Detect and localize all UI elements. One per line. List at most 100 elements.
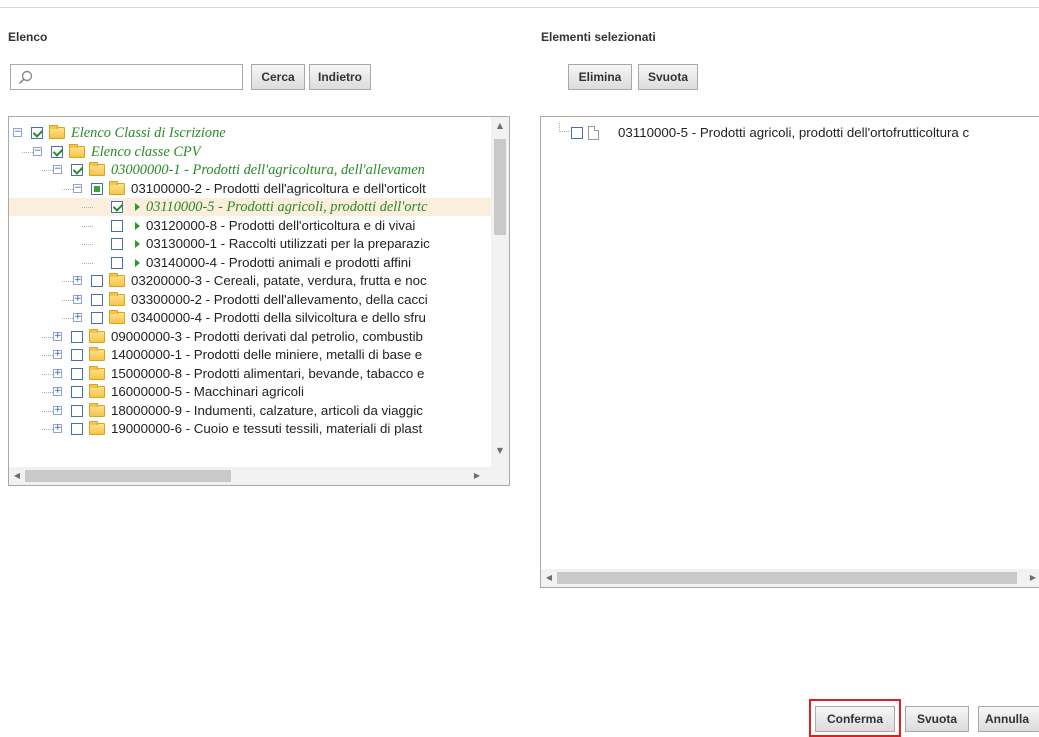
tree-connector	[42, 429, 53, 430]
tree-row[interactable]: 03130000-1 - Raccolti utilizzati per la …	[9, 235, 491, 253]
folder-icon	[89, 328, 105, 343]
collapse-icon[interactable]: −	[33, 146, 42, 156]
tree-row[interactable]: 03140000-4 - Prodotti animali e prodotti…	[9, 254, 491, 272]
tree-row[interactable]: +19000000-6 - Cuoio e tessuti tessili, m…	[9, 420, 491, 438]
back-button[interactable]: Indietro	[309, 64, 371, 90]
tree-row[interactable]: − Elenco classe CPV	[9, 143, 491, 161]
expand-icon[interactable]: +	[53, 405, 62, 415]
collapse-icon[interactable]: −	[73, 183, 82, 193]
tree-row[interactable]: − 03000000-1 - Prodotti dell'agricoltura,…	[9, 161, 491, 179]
tree-checkbox[interactable]	[111, 256, 123, 269]
tree-panel[interactable]: − Elenco Classi di Iscrizione − Elenco clas…	[8, 116, 510, 486]
tree-checkbox[interactable]	[91, 275, 103, 287]
tree-item-label: 09000000-3 - Prodotti derivati dal petro…	[111, 328, 423, 344]
tree-item-label: Elenco classe CPV	[91, 143, 201, 160]
scroll-left-icon[interactable]: ◀	[543, 573, 555, 583]
tree-checkbox[interactable]	[71, 349, 83, 361]
tree-item-label: 18000000-9 - Indumenti, calzature, artic…	[111, 402, 423, 418]
expand-icon[interactable]: +	[73, 276, 82, 285]
tree-item-label: 03130000-1 - Raccolti utilizzati per la …	[146, 236, 430, 251]
search-button[interactable]: Cerca	[251, 64, 305, 90]
delete-button[interactable]: Elimina	[568, 64, 632, 90]
tree-checkbox[interactable]	[111, 201, 123, 213]
tree-checkbox[interactable]	[91, 293, 103, 306]
tree-row[interactable]: 03120000-8 - Prodotti dell'orticoltura e…	[9, 217, 491, 235]
empty-selection-button[interactable]: Svuota	[638, 64, 698, 90]
selected-section-title: Elementi selezionati	[541, 30, 656, 44]
file-icon	[588, 126, 599, 140]
tree-checkbox[interactable]	[91, 312, 103, 324]
tree-checkbox[interactable]	[111, 238, 123, 250]
selected-horizontal-scroll-thumb[interactable]	[557, 572, 1017, 584]
tree-row[interactable]: 03110000-5 - Prodotti agricoli, prodotti…	[9, 198, 491, 216]
tree-item-label: 03400000-4 - Prodotti della silvicoltura…	[131, 310, 426, 325]
expand-icon[interactable]: +	[53, 387, 62, 396]
tree-connector	[42, 336, 53, 338]
search-input[interactable]	[39, 68, 239, 86]
tree-row[interactable]: +03400000-4 - Prodotti della silvicoltur…	[9, 309, 491, 327]
tree-row[interactable]: +18000000-9 - Indumenti, calzature, arti…	[9, 402, 491, 420]
search-box[interactable]	[10, 64, 243, 90]
tree-connector	[42, 410, 53, 412]
tree-horizontal-scroll-thumb[interactable]	[25, 470, 231, 482]
tree-row[interactable]: +03300000-2 - Prodotti dell'allevamento,…	[9, 291, 491, 309]
scroll-right-icon[interactable]: ▶	[471, 471, 483, 481]
cancel-button[interactable]: Annulla	[978, 706, 1039, 732]
tree-connector	[62, 318, 73, 319]
folder-icon	[109, 291, 125, 306]
tree-checkbox[interactable]	[71, 404, 83, 417]
tree-row[interactable]: +03200000-3 - Cereali, patate, verdura, …	[9, 272, 491, 290]
tree-row[interactable]: +16000000-5 - Macchinari agricoli	[9, 383, 491, 401]
footer-empty-button[interactable]: Svuota	[905, 706, 969, 732]
folder-icon	[89, 347, 105, 361]
tree-checkbox[interactable]	[71, 423, 83, 435]
expand-icon[interactable]: +	[53, 424, 62, 433]
tree-row[interactable]: +09000000-3 - Prodotti derivati dal petr…	[9, 328, 491, 346]
tree-checkbox[interactable]	[111, 219, 123, 232]
scroll-up-icon[interactable]: ▲	[491, 121, 509, 131]
confirm-button[interactable]: Conferma	[815, 706, 895, 732]
expand-icon[interactable]: +	[73, 294, 82, 304]
collapse-icon[interactable]: −	[53, 165, 62, 174]
expand-icon[interactable]: +	[73, 313, 82, 322]
tree-row[interactable]: +14000000-1 - Prodotti delle miniere, me…	[9, 346, 491, 364]
tree-vertical-scrollbar[interactable]: ▲ ▼	[491, 117, 509, 467]
selected-items-panel[interactable]: 03110000-5 - Prodotti agricoli, prodotti…	[540, 116, 1039, 588]
list-section-title: Elenco	[8, 30, 48, 44]
leaf-arrow-icon	[135, 221, 140, 230]
scroll-left-icon[interactable]: ◀	[11, 471, 23, 481]
tree-row[interactable]: +15000000-8 - Prodotti alimentari, bevan…	[9, 365, 491, 383]
expand-icon[interactable]: +	[53, 368, 62, 378]
expand-icon[interactable]: +	[53, 350, 62, 359]
tree-connector	[42, 373, 53, 375]
tree-checkbox[interactable]	[91, 182, 103, 195]
tree-checkbox[interactable]	[71, 330, 83, 343]
tree-item-label: 03110000-5 - Prodotti agricoli, prodotti…	[146, 199, 428, 215]
scroll-down-icon[interactable]: ▼	[491, 446, 509, 456]
folder-icon	[109, 273, 125, 287]
tree-checkbox[interactable]	[51, 145, 63, 158]
tree-vertical-scroll-thumb[interactable]	[494, 139, 506, 235]
collapse-icon[interactable]: −	[13, 128, 22, 137]
tree-checkbox[interactable]	[31, 127, 43, 139]
tree-checkbox[interactable]	[71, 386, 83, 398]
scroll-right-icon[interactable]: ▶	[1027, 573, 1039, 583]
tree-row[interactable]: − 03100000-2 - Prodotti dell'agricoltura …	[9, 180, 491, 198]
tree-connector	[42, 170, 53, 171]
tree-item-label: 03300000-2 - Prodotti dell'allevamento, …	[131, 291, 428, 307]
tree-item-label: 16000000-5 - Macchinari agricoli	[111, 384, 304, 399]
tree-horizontal-scrollbar[interactable]: ◀ ▶	[9, 467, 509, 485]
selected-item-checkbox[interactable]	[571, 127, 583, 139]
expand-icon[interactable]: +	[53, 331, 62, 341]
tree-connector	[42, 392, 53, 393]
selected-horizontal-scrollbar[interactable]: ◀ ▶	[541, 569, 1039, 587]
folder-icon	[89, 162, 105, 176]
tree-connector	[82, 262, 93, 264]
folder-icon	[89, 402, 105, 417]
tree-checkbox[interactable]	[71, 164, 83, 176]
tree-row[interactable]: − Elenco Classi di Iscrizione	[9, 124, 491, 142]
tree-checkbox[interactable]	[71, 367, 83, 380]
tree-item-label: 19000000-6 - Cuoio e tessuti tessili, ma…	[111, 421, 423, 436]
selected-item-row[interactable]: 03110000-5 - Prodotti agricoli, prodotti…	[541, 124, 1039, 142]
tree-item-label: 03000000-1 - Prodotti dell'agricoltura, …	[111, 162, 425, 178]
